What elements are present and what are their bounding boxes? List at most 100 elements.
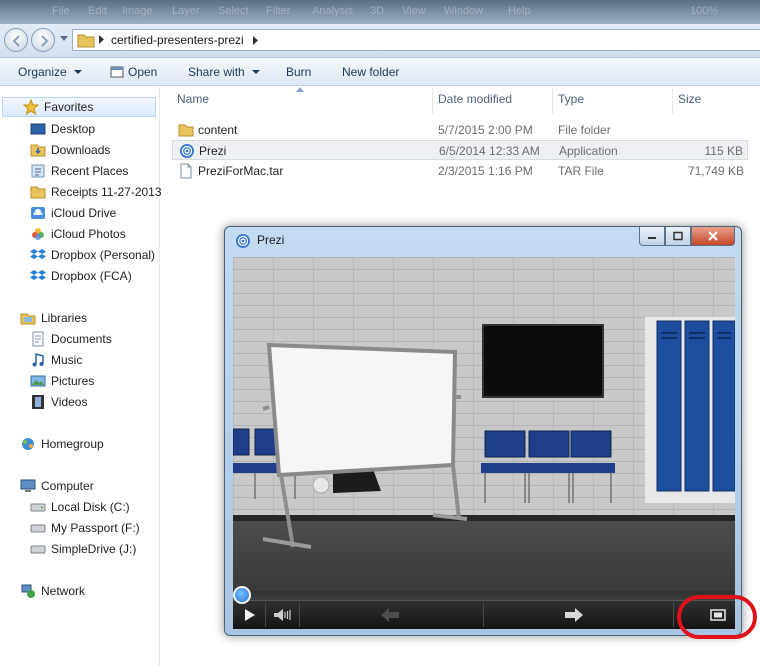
homegroup-icon (22, 438, 34, 450)
nav-dropbox-personal[interactable]: Dropbox (Personal) (30, 245, 155, 265)
icloud-drive-icon (31, 207, 45, 219)
nav-label: My Passport (F:) (51, 521, 140, 535)
nav-dropbox-fca[interactable]: Dropbox (FCA) (30, 266, 132, 286)
nav-label: iCloud Drive (51, 206, 117, 220)
playback-controls (233, 586, 735, 629)
nav-network[interactable]: Network (20, 581, 85, 601)
column-header-type[interactable]: Type (558, 92, 584, 106)
nav-label: Local Disk (C:) (51, 500, 130, 514)
back-arrow-icon (12, 35, 20, 47)
presentation-canvas[interactable] (233, 257, 735, 629)
share-with-button[interactable]: Share with (188, 65, 260, 79)
forward-arrow-icon (41, 35, 49, 47)
documents-icon (32, 331, 44, 347)
volume-button[interactable] (271, 603, 293, 627)
wall-tv (482, 324, 604, 398)
nav-libraries[interactable]: Libraries (20, 308, 87, 328)
menu-item: Window (444, 5, 484, 17)
nav-icloud-photos[interactable]: iCloud Photos (30, 224, 126, 244)
nav-documents[interactable]: Documents (30, 329, 112, 349)
column-divider[interactable] (672, 88, 673, 114)
play-button[interactable] (241, 603, 259, 627)
menu-item: Select (218, 5, 249, 17)
organize-button[interactable]: Organize (18, 65, 82, 79)
nav-music[interactable]: Music (30, 350, 82, 370)
nav-label: Dropbox (Personal) (51, 248, 156, 262)
nav-recent-places[interactable]: Recent Places (30, 161, 128, 181)
progress-knob[interactable] (233, 586, 251, 604)
hard-drive-icon (30, 503, 46, 512)
maximize-button[interactable] (665, 227, 691, 246)
homegroup-heading: Homegroup (41, 437, 104, 451)
nav-homegroup[interactable]: Homegroup (20, 434, 104, 454)
address-bar[interactable]: certified-presenters-prezi (72, 29, 760, 51)
file-date: 2/3/2015 1:16 PM (438, 164, 533, 178)
file-row[interactable]: Prezi 6/5/2014 12:33 AM Application 115 … (172, 140, 748, 160)
prezi-window: Prezi (224, 226, 742, 636)
network-heading: Network (41, 584, 86, 598)
minimize-button[interactable] (639, 227, 665, 246)
column-header-size[interactable]: Size (678, 92, 701, 106)
arrow-left-icon (381, 608, 399, 622)
progress-track[interactable] (233, 586, 735, 604)
external-drive-icon (30, 524, 46, 533)
file-row[interactable]: content 5/7/2015 2:00 PM File folder (172, 120, 748, 140)
folder-icon (178, 124, 194, 137)
column-divider[interactable] (432, 88, 433, 114)
star-icon (23, 99, 39, 115)
nav-local-disk[interactable]: Local Disk (C:) (30, 497, 130, 517)
address-path[interactable]: certified-presenters-prezi (111, 33, 244, 47)
lockers (645, 317, 735, 503)
folder-icon (30, 186, 46, 199)
column-header-name[interactable]: Name (177, 92, 209, 106)
open-button[interactable]: Open (110, 65, 157, 79)
share-with-label: Share with (188, 65, 245, 79)
film-strip-icon (32, 395, 44, 409)
file-row[interactable]: PreziForMac.tar 2/3/2015 1:16 PM TAR Fil… (172, 161, 748, 181)
nav-pictures[interactable]: Pictures (30, 371, 94, 391)
close-button[interactable] (691, 227, 735, 246)
nav-desktop[interactable]: Desktop (30, 119, 95, 139)
column-header-date[interactable]: Date modified (438, 92, 512, 106)
menu-item: 3D (370, 5, 385, 17)
burn-button[interactable]: Burn (286, 65, 311, 79)
nav-downloads[interactable]: Downloads (30, 140, 110, 160)
back-button[interactable] (4, 28, 28, 52)
new-folder-button[interactable]: New folder (342, 65, 399, 79)
control-divider (483, 603, 484, 627)
nav-receipts[interactable]: Receipts 11-27-2013 (30, 182, 162, 202)
dropdown-arrow-icon (73, 70, 82, 74)
computer-heading: Computer (41, 479, 94, 493)
nav-icloud-drive[interactable]: iCloud Drive (30, 203, 116, 223)
nav-label: iCloud Photos (51, 227, 126, 241)
window-title: Prezi (257, 233, 285, 247)
next-step-button[interactable] (563, 603, 585, 627)
nav-label: Pictures (51, 374, 95, 388)
libraries-icon (20, 313, 36, 325)
control-divider (673, 603, 674, 627)
background-menubar: File Edit Image Layer Select Filter Anal… (0, 0, 760, 24)
recent-places-icon (31, 164, 45, 178)
nav-videos[interactable]: Videos (30, 392, 87, 412)
file-size: 115 KB (704, 144, 743, 158)
column-divider[interactable] (552, 88, 553, 114)
pictures-icon (30, 375, 46, 387)
nav-my-passport[interactable]: My Passport (F:) (30, 518, 140, 538)
new-folder-label: New folder (342, 65, 400, 79)
dropbox-icon (30, 270, 46, 280)
classroom-scene (233, 317, 735, 549)
menu-item: Analysis (312, 5, 353, 17)
nav-computer[interactable]: Computer (20, 476, 94, 496)
chevron-right-icon[interactable] (253, 36, 259, 45)
forward-button[interactable] (31, 28, 55, 52)
recent-pages-dropdown-icon[interactable] (60, 36, 68, 42)
arrow-right-icon (565, 608, 583, 622)
previous-step-button[interactable] (379, 603, 401, 627)
dropbox-icon (30, 249, 46, 259)
nav-label: SimpleDrive (J:) (51, 542, 137, 556)
menu-item: File (52, 5, 70, 17)
prezi-app-icon (180, 144, 194, 158)
zoom-readout: 100% (690, 5, 719, 17)
nav-favorites[interactable]: Favorites (2, 97, 156, 117)
nav-simpledrive[interactable]: SimpleDrive (J:) (30, 539, 136, 559)
